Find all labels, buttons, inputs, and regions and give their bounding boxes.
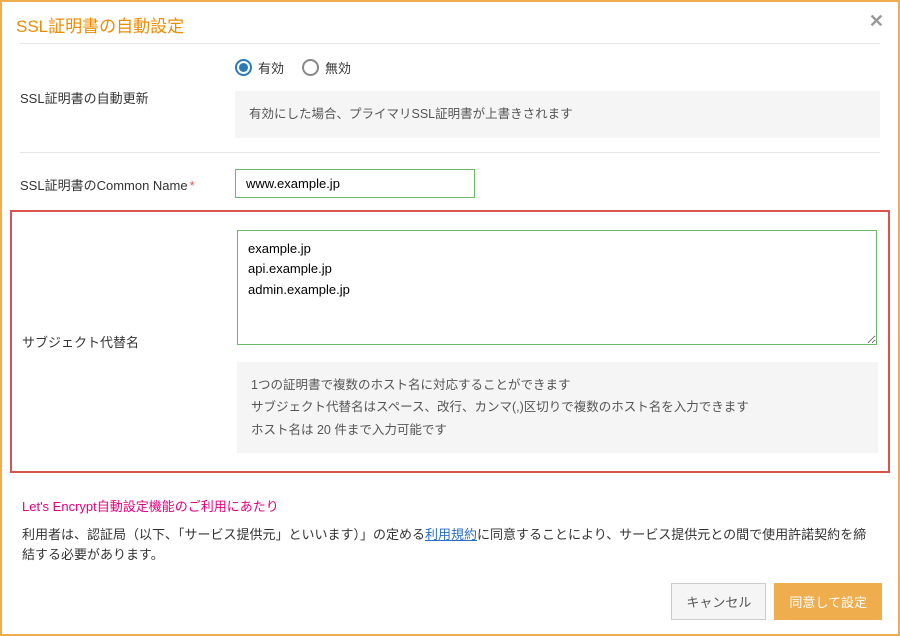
notice-title: Let's Encrypt自動設定機能のご利用にあたり [22,497,878,517]
notice-p1: 利用者は、認証局（以下、「サービス提供元」といいます）」の定める利用規約に同意す… [22,525,878,565]
san-hint-line-2: サブジェクト代替名はスペース、改行、カンマ(,)区切りで複数のホスト名を入力でき… [251,396,864,419]
dialog-title: SSL証明書の自動設定 [16,12,184,37]
label-common-name-text: SSL証明書のCommon Name [20,178,188,193]
radio-disabled-label: 無効 [325,58,351,77]
control-autorenew: 有効 無効 有効にした場合、プライマリSSL証明書が上書きされます [235,58,880,138]
label-common-name: SSL証明書のCommon Name* [20,173,215,194]
autorenew-hint: 有効にした場合、プライマリSSL証明書が上書きされます [235,91,880,138]
submit-button[interactable]: 同意して設定 [774,583,882,620]
notice-p1a: 利用者は、認証局（以下、「サービス提供元」といいます）」の定める [22,527,425,542]
row-common-name: SSL証明書のCommon Name* [20,152,880,210]
san-highlight-frame: サブジェクト代替名 1つの証明書で複数のホスト名に対応することができます サブジ… [10,210,890,474]
radio-enabled[interactable]: 有効 [235,58,284,77]
required-mark: * [190,178,195,193]
autorenew-radio-group: 有効 無効 [235,58,880,77]
radio-icon-unchecked [302,59,319,76]
dialog-body: SSL証明書の自動更新 有効 無効 有効にした場合、プライマリSSL証明書が上書… [2,43,898,571]
san-textarea[interactable] [237,230,877,345]
row-autorenew: SSL証明書の自動更新 有効 無効 有効にした場合、プライマリSSL証明書が上書… [20,43,880,152]
san-hint: 1つの証明書で複数のホスト名に対応することができます サブジェクト代替名はスペー… [237,362,878,454]
radio-disabled[interactable]: 無効 [302,58,351,77]
dialog-header: SSL証明書の自動設定 ✕ [2,2,898,43]
control-san: 1つの証明書で複数のホスト名に対応することができます サブジェクト代替名はスペー… [237,230,878,454]
row-san: サブジェクト代替名 1つの証明書で複数のホスト名に対応することができます サブジ… [22,216,878,468]
radio-enabled-label: 有効 [258,58,284,77]
ssl-auto-config-dialog: SSL証明書の自動設定 ✕ SSL証明書の自動更新 有効 無効 有効にした場合、… [0,0,900,636]
common-name-input[interactable] [235,169,475,198]
control-common-name [235,169,880,198]
label-autorenew: SSL証明書の自動更新 [20,88,215,107]
label-san: サブジェクト代替名 [22,332,217,351]
notice-section: Let's Encrypt自動設定機能のご利用にあたり 利用者は、認証局（以下、… [20,487,880,571]
dialog-footer: キャンセル 同意して設定 [2,571,898,634]
close-icon[interactable]: ✕ [869,12,884,30]
san-hint-line-1: 1つの証明書で複数のホスト名に対応することができます [251,374,864,397]
san-hint-line-3: ホスト名は 20 件まで入力可能です [251,419,864,442]
radio-icon-checked [235,59,252,76]
tos-link[interactable]: 利用規約 [425,527,477,542]
cancel-button[interactable]: キャンセル [671,583,766,620]
